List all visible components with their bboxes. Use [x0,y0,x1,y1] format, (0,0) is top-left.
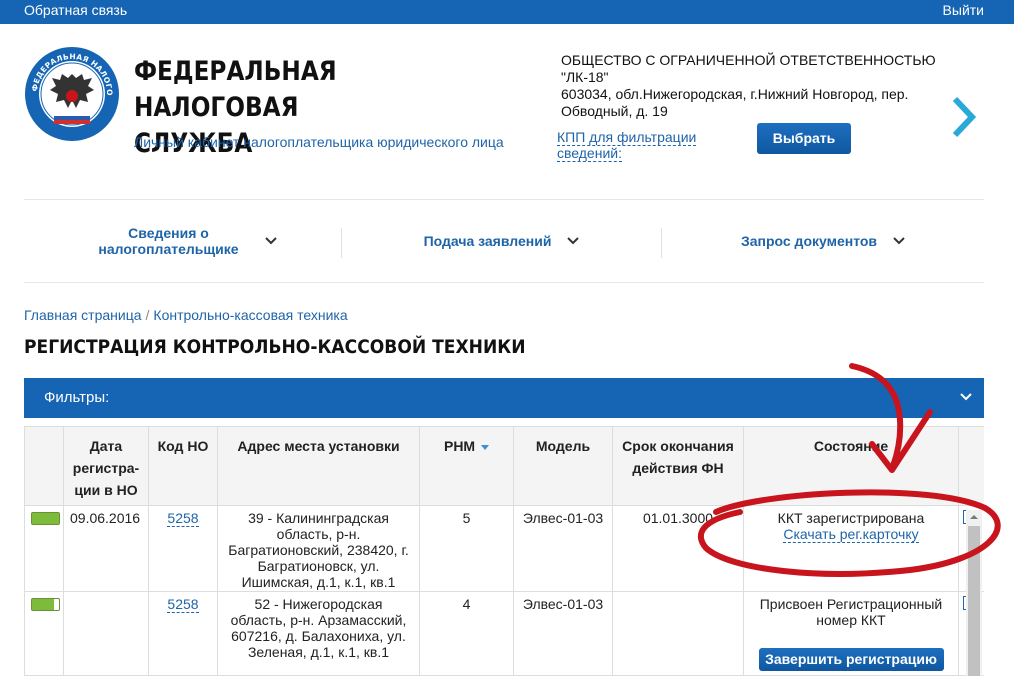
col-header-rnm[interactable]: РНМ [420,427,514,507]
nav-item-applications[interactable]: Подача заявлений [342,200,661,282]
download-reg-card-link[interactable]: Скачать рег.карточку [783,526,919,543]
table-scrollbar[interactable] [966,510,982,676]
kpp-filter-label[interactable]: КПП для фильтрации сведений: [557,129,697,162]
chevron-down-icon [567,237,580,245]
cell-code: 5258 [149,506,218,591]
col-header-code[interactable]: Код НО [149,427,218,507]
cell-model: Элвес-01-03 [514,592,613,675]
col-header-model-label: Модель [535,438,591,454]
page-title: РЕГИСТРАЦИЯ КОНТРОЛЬНО-КАССОВОЙ ТЕХНИКИ [24,336,526,358]
nav-item-documents[interactable]: Запрос документов [662,200,984,282]
code-link[interactable]: 5258 [167,596,199,613]
scroll-up-icon[interactable] [966,510,982,524]
main-nav: Сведения о налогоплательщике Подача заяв… [24,199,984,283]
top-bar: Обратная связь Выйти [0,0,1014,24]
breadcrumb-separator: / [145,307,150,323]
choose-button[interactable]: Выбрать [757,123,851,154]
kpp-filter-link[interactable]: КПП для фильтрации сведений: [557,129,717,162]
col-header-address-label: Адрес места установки [237,438,400,454]
cell-model: Элвес-01-03 [514,506,613,591]
brand-subtitle: Личный кабинет налогоплательщика юридиче… [134,134,504,150]
chevron-down-icon[interactable] [960,393,972,401]
cell-status: Присвоен Регистрационный номер ККТ Завер… [744,592,959,675]
status-progress-bar [31,512,60,525]
finish-registration-button[interactable]: Завершить регистрацию [758,648,944,671]
status-indicator-cell [25,506,64,591]
kkt-table: Дата регистра- ции в НО Код НО Адрес мес… [24,426,984,676]
status-indicator-cell [25,592,64,675]
org-address-line-1: 603034, обл.Нижегородская, г.Нижний Новг… [561,86,909,102]
col-header-rnm-label: РНМ [443,438,476,454]
col-header-fn-expiry[interactable]: Срок окончания действия ФН [613,427,744,507]
code-link[interactable]: 5258 [167,510,199,527]
col-header-status[interactable]: Состояние [744,427,959,507]
sort-arrow-icon[interactable] [481,444,489,450]
col-header-fn-expiry-label: Срок окончания действия ФН [622,438,734,476]
brand-title-line-1: ФЕДЕРАЛЬНАЯ [134,56,337,87]
cell-fn-expiry [613,592,744,675]
col-header-status-indicator [25,427,64,507]
org-address-line-2: Обводный, д. 19 [561,103,668,119]
nav-item-label: Сведения о налогоплательщике [98,225,239,257]
cell-rnm: 4 [420,592,514,675]
cell-fn-expiry: 01.01.3000 [613,506,744,591]
status-progress-fill [32,513,59,524]
status-text: Присвоен Регистрационный номер ККТ [759,596,943,628]
cell-address: 52 - Нижегородская область, р-н. Арзамас… [218,592,420,675]
col-header-date-label: Дата регистра- ции в НО [72,438,140,498]
cell-code: 5258 [149,592,218,675]
status-progress-bar [31,598,60,611]
filters-panel-toggle[interactable]: Фильтры: [24,378,984,418]
fns-emblem-icon: ФЕДЕРАЛЬНАЯ НАЛОГОВАЯ СЛУЖБА [24,46,119,141]
col-header-date[interactable]: Дата регистра- ции в НО [64,427,149,507]
table-header: Дата регистра- ции в НО Код НО Адрес мес… [25,426,984,507]
cell-date: 09.06.2016 [64,506,149,591]
chevron-down-icon [893,237,905,245]
chevron-right-icon[interactable] [950,96,978,138]
col-header-address[interactable]: Адрес места установки [218,427,420,507]
feedback-link[interactable]: Обратная связь [24,2,127,18]
cell-status: ККТ зарегистрирована Скачать рег.карточк… [744,506,959,591]
nav-item-label: Запрос документов [740,233,878,249]
chevron-down-icon [264,237,277,245]
col-header-extra [959,427,984,507]
breadcrumb-current[interactable]: Контрольно-кассовая техника [153,307,347,323]
cell-rnm: 5 [420,506,514,591]
col-header-status-label: Состояние [813,438,889,454]
org-name: ОБЩЕСТВО С ОГРАНИЧЕННОЙ ОТВЕТСТВЕННОСТЬЮ [561,52,936,68]
nav-item-label: Подача заявлений [423,233,552,249]
breadcrumb: Главная страница / Контрольно-кассовая тех… [24,307,348,323]
status-progress-fill [32,599,54,610]
filters-label: Фильтры: [44,389,110,406]
nav-item-taxpayer-info[interactable]: Сведения о налогоплательщике [24,200,341,282]
scrollbar-thumb[interactable] [968,526,980,676]
brand-title-line-2: НАЛОГОВАЯ СЛУЖБА [134,92,299,159]
org-short-name: "ЛК-18" [561,69,609,85]
col-header-model[interactable]: Модель [514,427,613,507]
status-text: ККТ зарегистрирована [777,510,925,526]
col-header-code-label: Код НО [157,438,209,454]
org-info: ОБЩЕСТВО С ОГРАНИЧЕННОЙ ОТВЕТСТВЕННОСТЬЮ… [561,52,951,120]
breadcrumb-home[interactable]: Главная страница [24,307,142,323]
logout-link[interactable]: Выйти [943,2,984,18]
cell-date [64,592,149,675]
cell-address: 39 - Калининградская область, р-н. Багра… [218,506,420,591]
table-row[interactable]: 5258 52 - Нижегородская область, р-н. Ар… [25,592,984,676]
table-row[interactable]: 09.06.2016 5258 39 - Калининградская обл… [25,506,984,592]
